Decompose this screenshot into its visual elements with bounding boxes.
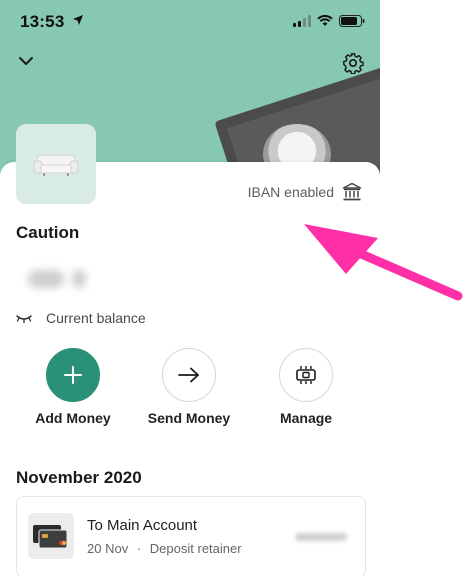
manage-circle[interactable] — [279, 348, 333, 402]
signal-icon — [293, 15, 311, 27]
status-indicators — [293, 15, 365, 27]
plus-icon — [64, 366, 82, 384]
manage-button[interactable]: Manage — [251, 348, 361, 426]
eye-closed-icon[interactable] — [16, 313, 32, 323]
send-money-button[interactable]: Send Money — [134, 348, 244, 426]
transaction-date: 20 Nov — [87, 541, 129, 556]
send-money-circle[interactable] — [162, 348, 216, 402]
transaction-row[interactable]: To Main Account 20 Nov · Deposit retaine… — [16, 496, 366, 576]
transaction-subtitle: 20 Nov · Deposit retainer — [87, 541, 242, 556]
balance-label: Current balance — [46, 310, 146, 326]
gear-icon[interactable] — [342, 52, 364, 74]
add-money-button[interactable]: Add Money — [18, 348, 128, 426]
account-name: Caution — [16, 223, 80, 242]
annotation-arrow — [304, 224, 463, 301]
balance-amount-hidden — [28, 270, 98, 292]
location-arrow-icon — [73, 15, 83, 25]
transaction-note: Deposit retainer — [149, 541, 242, 556]
wifi-icon — [317, 15, 333, 26]
sofa-icon — [33, 154, 79, 176]
transaction-title: To Main Account — [87, 517, 198, 534]
cards-icon — [28, 513, 74, 559]
card-settings-icon — [296, 366, 316, 384]
transactions-month-heading: November 2020 — [16, 468, 142, 487]
chevron-down-icon[interactable] — [18, 56, 34, 66]
account-thumbnail — [16, 124, 96, 204]
status-bar: 13:53 — [20, 12, 365, 32]
add-money-circle[interactable] — [46, 348, 100, 402]
iban-status[interactable]: IBAN enabled — [248, 182, 362, 202]
send-money-label: Send Money — [147, 410, 231, 426]
iban-label: IBAN enabled — [247, 184, 334, 200]
battery-icon — [339, 15, 365, 27]
status-time: 13:53 — [20, 12, 65, 31]
balance-row[interactable]: Current balance — [16, 310, 146, 326]
add-money-label: Add Money — [35, 410, 111, 426]
transaction-separator: · — [136, 541, 142, 556]
bank-icon — [342, 182, 362, 201]
arrow-right-icon — [178, 367, 199, 383]
manage-label: Manage — [279, 410, 333, 426]
quick-actions: Add Money Send Money Manage — [0, 348, 380, 428]
transaction-amount-hidden — [295, 533, 347, 541]
